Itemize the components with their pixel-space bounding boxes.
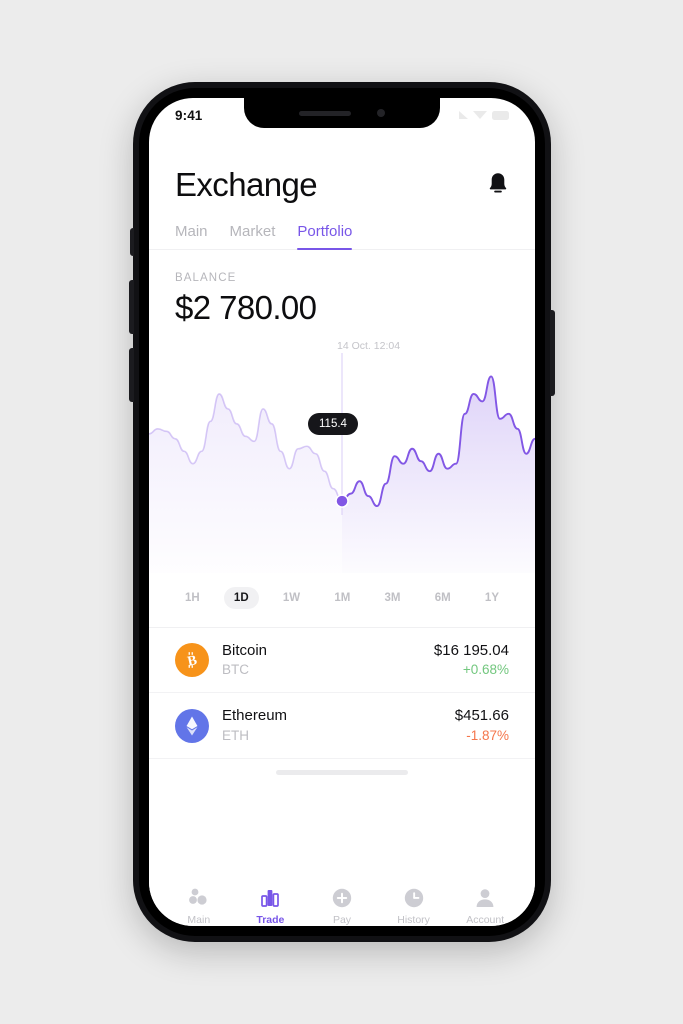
asset-price: $451.66 xyxy=(454,707,509,725)
asset-figures: $16 195.04 +0.68% xyxy=(434,641,509,679)
tabs-row: Main Market Portfolio xyxy=(149,223,535,250)
tab-main[interactable]: Main xyxy=(175,223,208,249)
plus-circle-icon xyxy=(332,888,352,908)
chart-marker[interactable] xyxy=(335,494,349,508)
page-title: Exchange xyxy=(175,166,318,203)
chart-svg xyxy=(149,353,535,573)
volume-up-button[interactable] xyxy=(129,280,134,334)
ethereum-icon xyxy=(175,708,209,743)
nav-label: Main xyxy=(187,914,211,926)
volume-down-button[interactable] xyxy=(129,348,134,402)
asset-change: +0.68% xyxy=(462,662,509,678)
list-item[interactable]: B Bitcoin BTC $16 195.04 +0.68% xyxy=(149,628,535,694)
balance-amount: $2 780.00 xyxy=(175,289,317,326)
range-6m[interactable]: 6M xyxy=(425,587,461,609)
asset-price: $16 195.04 xyxy=(433,642,509,659)
dots-grid-icon xyxy=(188,888,207,905)
asset-symbol: BTC xyxy=(222,662,249,678)
tab-portfolio[interactable]: Portfolio xyxy=(297,223,353,250)
person-icon xyxy=(476,889,494,907)
nav-item-pay[interactable]: Pay xyxy=(306,887,378,926)
asset-names: Ethereum ETH xyxy=(222,706,442,744)
asset-change: -1.87% xyxy=(466,727,509,743)
bell-icon xyxy=(489,173,507,193)
bar-chart-icon xyxy=(261,890,280,907)
power-button[interactable] xyxy=(550,310,555,396)
home-indicator[interactable] xyxy=(276,769,408,775)
nav-item-history[interactable]: History xyxy=(378,887,450,926)
asset-name: Ethereum xyxy=(222,707,288,725)
notifications-button[interactable] xyxy=(487,172,509,199)
list-item[interactable]: Ethereum ETH $451.66 -1.87% xyxy=(149,693,535,759)
speaker-icon xyxy=(299,110,351,116)
range-1d[interactable]: 1D xyxy=(223,587,259,609)
asset-symbol: ETH xyxy=(222,727,249,743)
app-header: Exchange xyxy=(149,132,535,201)
range-1y[interactable]: 1Y xyxy=(475,587,509,609)
asset-name: Bitcoin xyxy=(222,642,268,659)
chart-tooltip: 115.4 xyxy=(308,413,358,435)
range-selector: 1H 1D 1W 1M 3M 6M 1Y xyxy=(149,573,535,627)
nav-label: History xyxy=(397,914,430,926)
phone-frame: 9:41 Exchange Main Market Portfolio BALA… xyxy=(129,82,555,942)
range-1h[interactable]: 1H xyxy=(175,587,210,609)
range-1w[interactable]: 1W xyxy=(273,587,310,609)
wifi-icon xyxy=(473,111,487,119)
silent-switch-button[interactable] xyxy=(130,228,134,256)
signal-icon xyxy=(459,111,468,119)
clock-icon xyxy=(404,888,423,908)
bitcoin-icon: B xyxy=(175,643,209,678)
battery-icon xyxy=(492,110,509,120)
nav-label: Account xyxy=(466,914,505,926)
nav-item-main[interactable]: Main xyxy=(163,887,235,926)
nav-label: Pay xyxy=(332,914,352,926)
balance-block: BALANCE $2 780.00 xyxy=(149,250,535,327)
bitcoin-glyph-icon: B xyxy=(186,652,198,669)
ethereum-glyph-icon xyxy=(186,716,198,736)
chart-date-label: 14 Oct. 12:04 xyxy=(337,340,401,352)
notch xyxy=(244,98,440,128)
range-1m[interactable]: 1M xyxy=(324,587,360,609)
asset-figures: $451.66 -1.87% xyxy=(455,706,509,744)
camera-icon xyxy=(377,109,385,117)
balance-label: BALANCE xyxy=(175,272,237,284)
nav-item-trade[interactable]: Trade xyxy=(235,887,307,926)
range-3m[interactable]: 3M xyxy=(375,587,411,609)
status-icons xyxy=(459,110,509,120)
chart-area-fill xyxy=(342,376,535,573)
asset-names: Bitcoin BTC xyxy=(222,641,421,679)
asset-list: B Bitcoin BTC $16 195.04 +0.68% Ethereum… xyxy=(149,628,535,759)
nav-item-account[interactable]: Account xyxy=(449,887,521,926)
portfolio-chart[interactable]: 14 Oct. 12:04 115.4 xyxy=(149,335,535,573)
tab-market[interactable]: Market xyxy=(230,223,276,249)
phone-screen: 9:41 Exchange Main Market Portfolio BALA… xyxy=(149,98,535,926)
bottom-nav: Main Trade Pay History Account xyxy=(149,877,535,926)
nav-label: Trade xyxy=(256,914,285,926)
status-time: 9:41 xyxy=(175,107,203,123)
